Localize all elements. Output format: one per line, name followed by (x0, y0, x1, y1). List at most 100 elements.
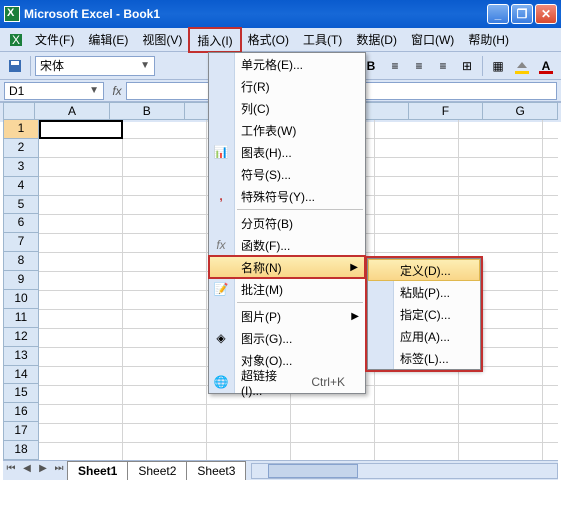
cell[interactable] (375, 405, 459, 424)
cell[interactable] (375, 234, 459, 253)
cell[interactable] (123, 139, 207, 158)
cell[interactable] (375, 424, 459, 443)
row-header[interactable]: 3 (3, 158, 39, 177)
row-header[interactable]: 15 (3, 384, 39, 403)
menu-item-label[interactable]: 标签(L)... (368, 347, 480, 369)
cell[interactable] (123, 253, 207, 272)
sheet-tab[interactable]: Sheet3 (186, 461, 246, 480)
menu-item-rows[interactable]: 行(R) (209, 75, 365, 97)
cell[interactable] (207, 405, 291, 424)
cell[interactable] (543, 158, 558, 177)
cell[interactable] (291, 424, 375, 443)
cell[interactable] (291, 443, 375, 460)
cell[interactable] (123, 348, 207, 367)
row-header[interactable]: 10 (3, 290, 39, 309)
cell[interactable] (543, 329, 558, 348)
column-header[interactable]: B (110, 102, 185, 120)
close-button[interactable]: ✕ (535, 4, 557, 24)
cell[interactable] (291, 405, 375, 424)
menu-item-hyperlink[interactable]: 🌐超链接(I)...Ctrl+K (209, 371, 365, 393)
row-header[interactable]: 6 (3, 214, 39, 233)
menu-item-symbol[interactable]: 符号(S)... (209, 163, 365, 185)
cell[interactable] (543, 139, 558, 158)
cell[interactable] (543, 424, 558, 443)
row-header[interactable]: 12 (3, 328, 39, 347)
cell[interactable] (39, 120, 123, 139)
minimize-button[interactable]: _ (487, 4, 509, 24)
cell[interactable] (123, 386, 207, 405)
cell[interactable] (375, 139, 459, 158)
save-button[interactable] (4, 55, 26, 77)
cell[interactable] (39, 310, 123, 329)
menu-tools[interactable]: 工具(T) (296, 28, 349, 51)
cell[interactable] (39, 291, 123, 310)
cell[interactable] (207, 443, 291, 460)
row-header[interactable]: 8 (3, 252, 39, 271)
document-icon[interactable]: X (8, 32, 24, 48)
column-header[interactable]: F (409, 102, 484, 120)
cell[interactable] (543, 367, 558, 386)
cell[interactable] (459, 196, 543, 215)
select-all-corner[interactable] (3, 102, 35, 120)
cell[interactable] (39, 234, 123, 253)
cell[interactable] (207, 424, 291, 443)
cell[interactable] (543, 177, 558, 196)
cell[interactable] (543, 272, 558, 291)
menu-edit[interactable]: 编辑(E) (81, 28, 135, 51)
cell[interactable] (123, 177, 207, 196)
cell[interactable] (123, 120, 207, 139)
font-selector[interactable]: 宋体 ▼ (35, 56, 155, 76)
menu-item-columns[interactable]: 列(C) (209, 97, 365, 119)
cell[interactable] (459, 405, 543, 424)
cell[interactable] (39, 348, 123, 367)
menu-window[interactable]: 窗口(W) (404, 28, 461, 51)
menu-item-worksheet[interactable]: 工作表(W) (209, 119, 365, 141)
cell[interactable] (543, 386, 558, 405)
cell[interactable] (123, 272, 207, 291)
menu-view[interactable]: 视图(V) (135, 28, 189, 51)
menu-insert[interactable]: 插入(I) (189, 28, 240, 52)
tab-nav-last[interactable]: ⏭ (51, 463, 67, 479)
tab-nav-next[interactable]: ▶ (35, 463, 51, 479)
borders-button[interactable]: ▦ (487, 55, 509, 77)
align-center-button[interactable]: ≡ (408, 55, 430, 77)
row-header[interactable]: 4 (3, 177, 39, 196)
cell[interactable] (543, 234, 558, 253)
cell[interactable] (39, 177, 123, 196)
cell[interactable] (375, 177, 459, 196)
cell[interactable] (39, 405, 123, 424)
cell[interactable] (123, 291, 207, 310)
cell[interactable] (543, 253, 558, 272)
menu-item-create[interactable]: 指定(C)... (368, 303, 480, 325)
fill-color-button[interactable] (511, 55, 533, 77)
cell[interactable] (123, 329, 207, 348)
cell[interactable] (459, 177, 543, 196)
sheet-tab[interactable]: Sheet2 (127, 461, 187, 480)
cell[interactable] (39, 139, 123, 158)
row-header[interactable]: 18 (3, 441, 39, 460)
menu-item-comment[interactable]: 📝批注(M) (209, 278, 365, 300)
menu-data[interactable]: 数据(D) (349, 28, 404, 51)
cell[interactable] (543, 348, 558, 367)
row-header[interactable]: 11 (3, 309, 39, 328)
cell[interactable] (543, 215, 558, 234)
fx-icon[interactable]: fx (108, 84, 126, 98)
tab-nav-prev[interactable]: ◀ (19, 463, 35, 479)
menu-file[interactable]: 文件(F) (28, 28, 81, 51)
cell[interactable] (123, 234, 207, 253)
cell[interactable] (39, 253, 123, 272)
cell[interactable] (39, 367, 123, 386)
cell[interactable] (459, 234, 543, 253)
cell[interactable] (543, 443, 558, 460)
cell[interactable] (459, 120, 543, 139)
cell[interactable] (375, 120, 459, 139)
cell[interactable] (39, 443, 123, 460)
merge-button[interactable]: ⊞ (456, 55, 478, 77)
cell[interactable] (459, 158, 543, 177)
row-header[interactable]: 17 (3, 422, 39, 441)
cell[interactable] (39, 158, 123, 177)
row-header[interactable]: 5 (3, 196, 39, 215)
menu-item-paste[interactable]: 粘贴(P)... (368, 281, 480, 303)
cell[interactable] (39, 272, 123, 291)
cell[interactable] (39, 329, 123, 348)
